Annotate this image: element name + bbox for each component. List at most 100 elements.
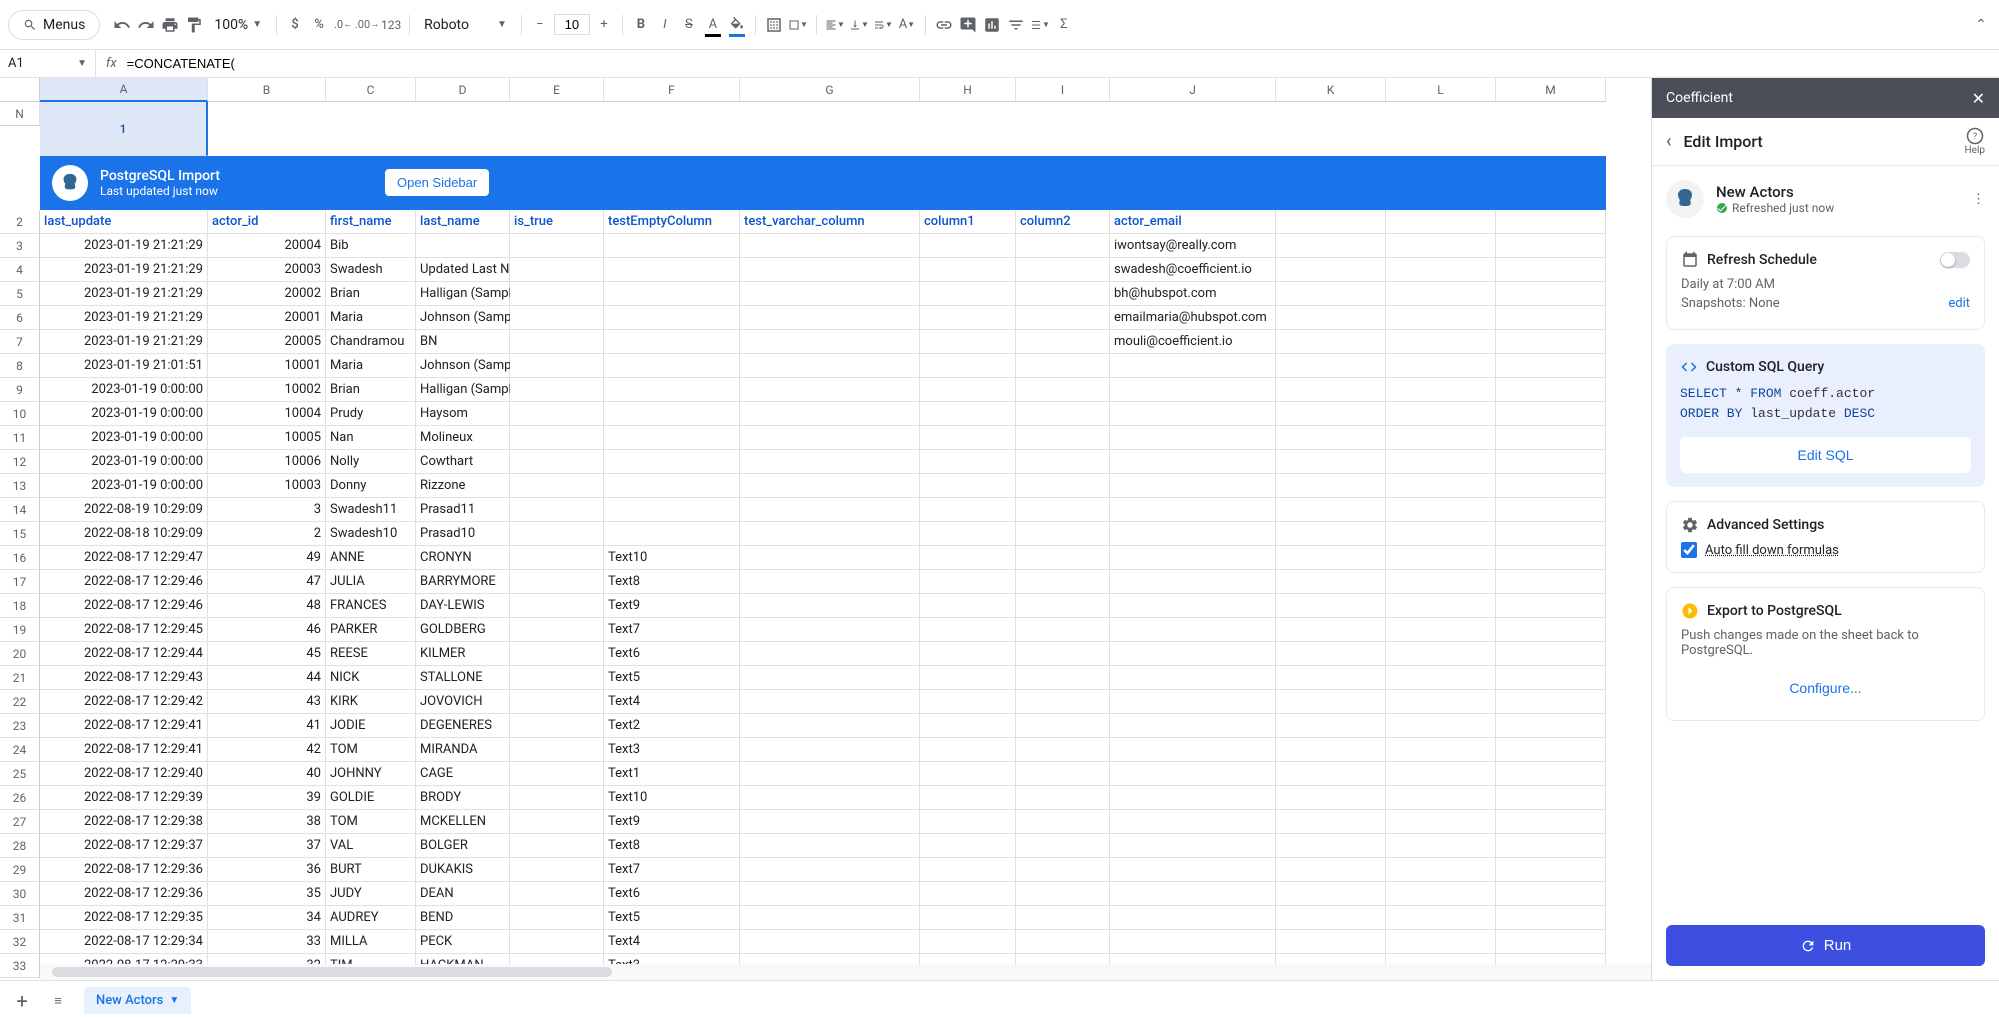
cell[interactable]: Swadesh10 [326, 522, 416, 546]
run-button[interactable]: Run [1666, 925, 1985, 966]
cell[interactable] [510, 666, 604, 690]
cell[interactable]: 47 [208, 570, 326, 594]
cell[interactable] [1110, 522, 1276, 546]
font-size-input[interactable] [554, 14, 590, 35]
cell[interactable] [740, 786, 920, 810]
row-header[interactable]: 29 [0, 858, 40, 882]
cell[interactable] [1016, 930, 1110, 954]
cell[interactable] [740, 666, 920, 690]
cell[interactable] [1110, 594, 1276, 618]
col-header[interactable]: G [740, 78, 920, 102]
cell[interactable] [1386, 810, 1496, 834]
cell[interactable] [1110, 378, 1276, 402]
cell[interactable] [1386, 498, 1496, 522]
cell[interactable] [1276, 834, 1386, 858]
formula-input[interactable] [127, 56, 1999, 71]
cell[interactable] [1110, 642, 1276, 666]
cell[interactable]: 2023-01-19 0:00:00 [40, 450, 208, 474]
cell[interactable]: Maria [326, 354, 416, 378]
column-header-cell[interactable] [1496, 210, 1606, 234]
cell[interactable] [510, 690, 604, 714]
cell[interactable]: 2022-08-17 12:29:45 [40, 618, 208, 642]
cell[interactable]: DEAN [416, 882, 510, 906]
increase-decimal-icon[interactable]: .00→ [357, 15, 377, 35]
cell[interactable]: Molineux [416, 426, 510, 450]
cell[interactable] [1110, 498, 1276, 522]
cell[interactable] [920, 306, 1016, 330]
close-icon[interactable]: ✕ [1972, 89, 1985, 108]
col-header[interactable]: M [1496, 78, 1606, 102]
cell[interactable]: GOLDBERG [416, 618, 510, 642]
cell[interactable] [920, 426, 1016, 450]
cell[interactable]: BURT [326, 858, 416, 882]
cell[interactable]: 2022-08-17 12:29:44 [40, 642, 208, 666]
cell[interactable] [1016, 450, 1110, 474]
cell[interactable] [1016, 666, 1110, 690]
row-header[interactable]: 9 [0, 378, 40, 402]
cell[interactable]: iwontsay@really.com [1110, 234, 1276, 258]
cell[interactable] [1496, 378, 1606, 402]
cell[interactable]: bh@hubspot.com [1110, 282, 1276, 306]
cell[interactable] [510, 858, 604, 882]
cell[interactable]: 2023-01-19 0:00:00 [40, 402, 208, 426]
row-header[interactable]: 25 [0, 762, 40, 786]
cell[interactable] [1496, 786, 1606, 810]
cell[interactable]: 2023-01-19 0:00:00 [40, 426, 208, 450]
row-header[interactable]: 23 [0, 714, 40, 738]
text-wrap-icon[interactable]: ▼ [873, 15, 893, 35]
cell[interactable] [1496, 522, 1606, 546]
cell[interactable]: JULIA [326, 570, 416, 594]
row-header[interactable]: 22 [0, 690, 40, 714]
cell[interactable]: 35 [208, 882, 326, 906]
cell[interactable]: Rizzone [416, 474, 510, 498]
cell[interactable] [510, 714, 604, 738]
cell[interactable] [1276, 330, 1386, 354]
row-header[interactable]: 3 [0, 234, 40, 258]
col-header[interactable]: B [208, 78, 326, 102]
cell[interactable] [740, 930, 920, 954]
text-color-icon[interactable]: A [703, 15, 723, 35]
cell[interactable] [1016, 882, 1110, 906]
cell[interactable] [1496, 714, 1606, 738]
cell[interactable]: JODIE [326, 714, 416, 738]
cell[interactable] [1496, 354, 1606, 378]
cell[interactable] [1386, 522, 1496, 546]
cell[interactable]: 2023-01-19 0:00:00 [40, 474, 208, 498]
cell[interactable]: NICK [326, 666, 416, 690]
cell[interactable] [1016, 282, 1110, 306]
comment-icon[interactable] [958, 15, 978, 35]
cell[interactable] [920, 810, 1016, 834]
cell[interactable]: mouli@coefficient.io [1110, 330, 1276, 354]
cell[interactable]: 2022-08-17 12:29:41 [40, 714, 208, 738]
cell[interactable] [510, 330, 604, 354]
cell[interactable] [1276, 882, 1386, 906]
cell[interactable]: Text7 [604, 618, 740, 642]
cell[interactable]: 44 [208, 666, 326, 690]
cell[interactable] [1496, 618, 1606, 642]
cell[interactable]: Updated Last Name [416, 258, 510, 282]
cell[interactable]: Text6 [604, 882, 740, 906]
cell[interactable] [1386, 354, 1496, 378]
cell[interactable] [1110, 474, 1276, 498]
num-format-icon[interactable]: 123 [381, 15, 401, 35]
cell[interactable] [740, 858, 920, 882]
cell[interactable]: DEGENERES [416, 714, 510, 738]
cell[interactable] [1276, 690, 1386, 714]
cell[interactable] [1110, 570, 1276, 594]
cell[interactable]: Halligan (Sample Contact) [416, 378, 510, 402]
cell[interactable] [1276, 378, 1386, 402]
cell[interactable] [1496, 738, 1606, 762]
row-header[interactable]: 2 [0, 210, 40, 234]
cell[interactable]: Text1 [604, 762, 740, 786]
cell[interactable]: 43 [208, 690, 326, 714]
cell[interactable] [510, 234, 604, 258]
cell[interactable]: 20003 [208, 258, 326, 282]
cell[interactable] [1110, 930, 1276, 954]
cell[interactable]: 2022-08-18 10:29:09 [40, 522, 208, 546]
cell[interactable]: MILLA [326, 930, 416, 954]
cell[interactable]: 2022-08-19 10:29:09 [40, 498, 208, 522]
all-sheets-icon[interactable]: ≡ [48, 991, 68, 1011]
cell[interactable] [1110, 666, 1276, 690]
cell[interactable] [1016, 330, 1110, 354]
cell[interactable]: 10001 [208, 354, 326, 378]
